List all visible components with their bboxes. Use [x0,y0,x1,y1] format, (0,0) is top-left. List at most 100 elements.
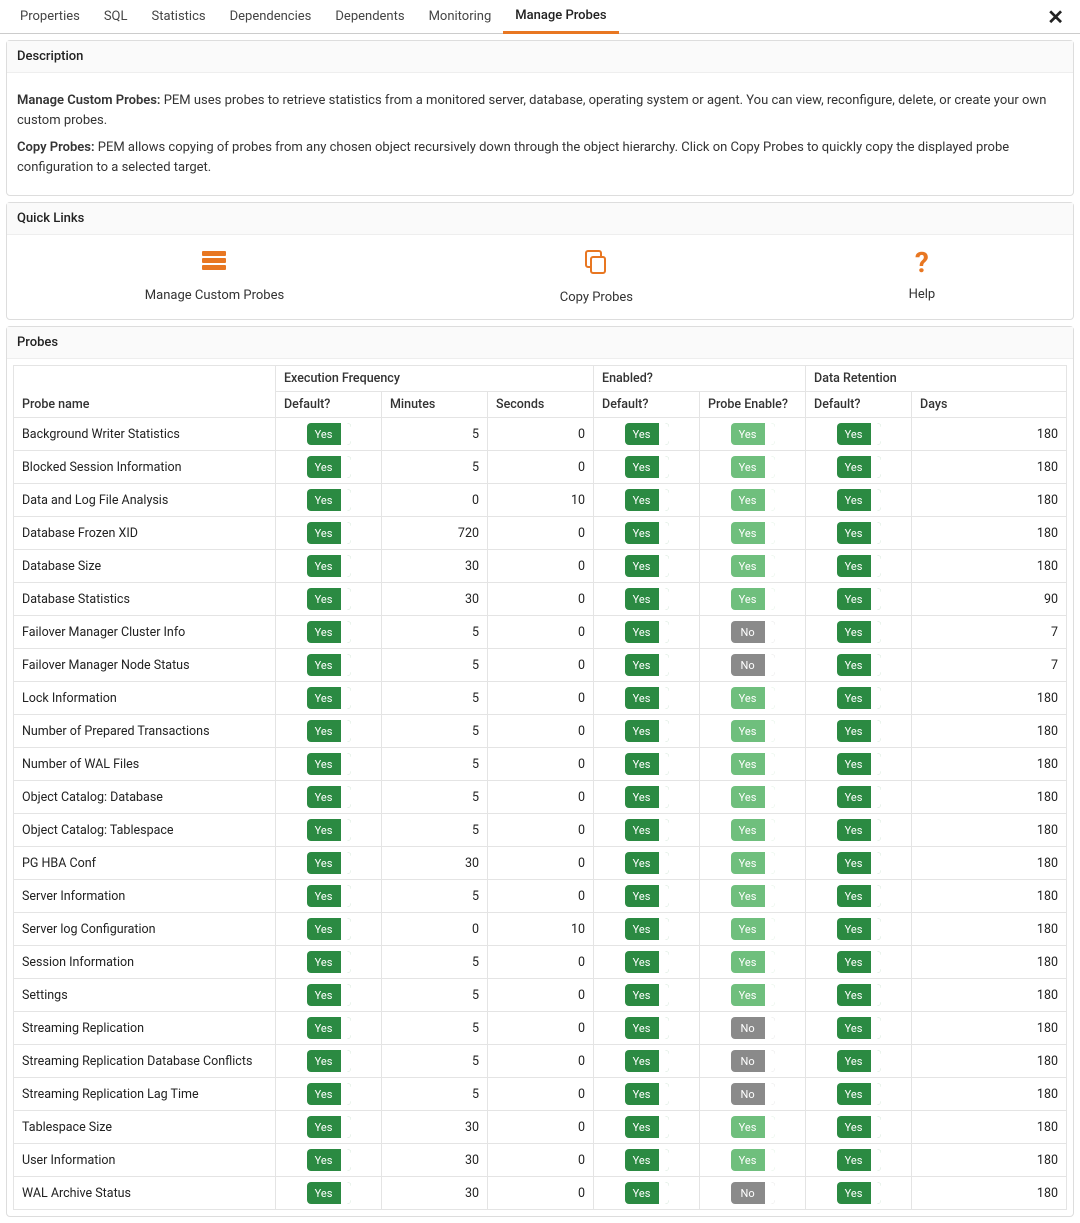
cell-seconds[interactable]: 0 [488,1012,594,1045]
cell-seconds[interactable]: 0 [488,1144,594,1177]
toggle[interactable]: No [731,1182,775,1204]
toggle[interactable]: Yes [731,555,775,577]
cell-days[interactable]: 180 [912,1012,1067,1045]
cell-minutes[interactable]: 30 [382,583,488,616]
cell-minutes[interactable]: 5 [382,682,488,715]
cell-days[interactable]: 180 [912,847,1067,880]
toggle[interactable]: Yes [731,885,775,907]
toggle[interactable]: Yes [625,951,669,973]
cell-minutes[interactable]: 5 [382,946,488,979]
cell-seconds[interactable]: 0 [488,1045,594,1078]
cell-minutes[interactable]: 5 [382,451,488,484]
cell-days[interactable]: 180 [912,781,1067,814]
tab-dependencies[interactable]: Dependencies [218,1,324,32]
quick-link-help[interactable]: ?Help [909,249,936,305]
toggle[interactable]: Yes [837,1182,881,1204]
cell-minutes[interactable]: 5 [382,418,488,451]
cell-seconds[interactable]: 0 [488,880,594,913]
cell-minutes[interactable]: 5 [382,781,488,814]
cell-days[interactable]: 180 [912,517,1067,550]
tab-dependents[interactable]: Dependents [323,1,416,32]
tab-sql[interactable]: SQL [92,1,140,32]
toggle[interactable]: Yes [307,522,351,544]
cell-minutes[interactable]: 5 [382,715,488,748]
toggle[interactable]: Yes [307,951,351,973]
toggle[interactable]: Yes [731,1116,775,1138]
cell-minutes[interactable]: 30 [382,1177,488,1210]
cell-seconds[interactable]: 0 [488,979,594,1012]
cell-seconds[interactable]: 10 [488,913,594,946]
toggle[interactable]: Yes [837,1083,881,1105]
toggle[interactable]: Yes [837,1116,881,1138]
toggle[interactable]: Yes [307,588,351,610]
toggle[interactable]: Yes [307,489,351,511]
cell-seconds[interactable]: 10 [488,484,594,517]
cell-minutes[interactable]: 0 [382,913,488,946]
toggle[interactable]: Yes [307,918,351,940]
toggle[interactable]: Yes [625,489,669,511]
cell-days[interactable]: 180 [912,1177,1067,1210]
toggle[interactable]: Yes [307,885,351,907]
cell-days[interactable]: 180 [912,1078,1067,1111]
toggle[interactable]: No [731,621,775,643]
toggle[interactable]: Yes [307,1116,351,1138]
toggle[interactable]: Yes [837,786,881,808]
tab-monitoring[interactable]: Monitoring [417,1,504,32]
cell-minutes[interactable]: 720 [382,517,488,550]
tab-statistics[interactable]: Statistics [140,1,218,32]
toggle[interactable]: Yes [625,753,669,775]
cell-seconds[interactable]: 0 [488,946,594,979]
toggle[interactable]: Yes [625,1017,669,1039]
cell-seconds[interactable]: 0 [488,517,594,550]
cell-seconds[interactable]: 0 [488,1078,594,1111]
toggle[interactable]: Yes [625,852,669,874]
toggle[interactable]: No [731,1083,775,1105]
cell-days[interactable]: 180 [912,550,1067,583]
cell-days[interactable]: 180 [912,748,1067,781]
toggle[interactable]: Yes [837,885,881,907]
toggle[interactable]: Yes [731,522,775,544]
cell-days[interactable]: 180 [912,946,1067,979]
toggle[interactable]: Yes [837,654,881,676]
toggle[interactable]: Yes [307,1182,351,1204]
cell-minutes[interactable]: 5 [382,814,488,847]
cell-minutes[interactable]: 5 [382,748,488,781]
toggle[interactable]: Yes [307,456,351,478]
toggle[interactable]: Yes [307,1017,351,1039]
toggle[interactable]: Yes [625,984,669,1006]
quick-link-manage-custom-probes[interactable]: Manage Custom Probes [145,249,284,305]
toggle[interactable]: Yes [307,753,351,775]
toggle[interactable]: Yes [307,654,351,676]
cell-days[interactable]: 90 [912,583,1067,616]
cell-seconds[interactable]: 0 [488,748,594,781]
toggle[interactable]: Yes [307,1149,351,1171]
toggle[interactable]: Yes [837,423,881,445]
cell-seconds[interactable]: 0 [488,418,594,451]
cell-minutes[interactable]: 30 [382,550,488,583]
toggle[interactable]: Yes [837,555,881,577]
cell-days[interactable]: 180 [912,418,1067,451]
toggle[interactable]: Yes [307,621,351,643]
cell-minutes[interactable]: 5 [382,979,488,1012]
toggle[interactable]: Yes [307,720,351,742]
toggle[interactable]: Yes [625,456,669,478]
toggle[interactable]: Yes [731,819,775,841]
toggle[interactable]: Yes [837,1149,881,1171]
cell-seconds[interactable]: 0 [488,781,594,814]
cell-seconds[interactable]: 0 [488,1177,594,1210]
cell-minutes[interactable]: 5 [382,649,488,682]
cell-seconds[interactable]: 0 [488,649,594,682]
cell-seconds[interactable]: 0 [488,682,594,715]
tab-manage-probes[interactable]: Manage Probes [503,0,618,34]
toggle[interactable]: Yes [307,555,351,577]
toggle[interactable]: Yes [625,588,669,610]
toggle[interactable]: Yes [625,423,669,445]
toggle[interactable]: Yes [307,687,351,709]
cell-minutes[interactable]: 5 [382,880,488,913]
toggle[interactable]: Yes [837,1017,881,1039]
cell-minutes[interactable]: 30 [382,847,488,880]
toggle[interactable]: Yes [837,621,881,643]
cell-days[interactable]: 180 [912,979,1067,1012]
toggle[interactable]: Yes [731,852,775,874]
cell-days[interactable]: 180 [912,715,1067,748]
